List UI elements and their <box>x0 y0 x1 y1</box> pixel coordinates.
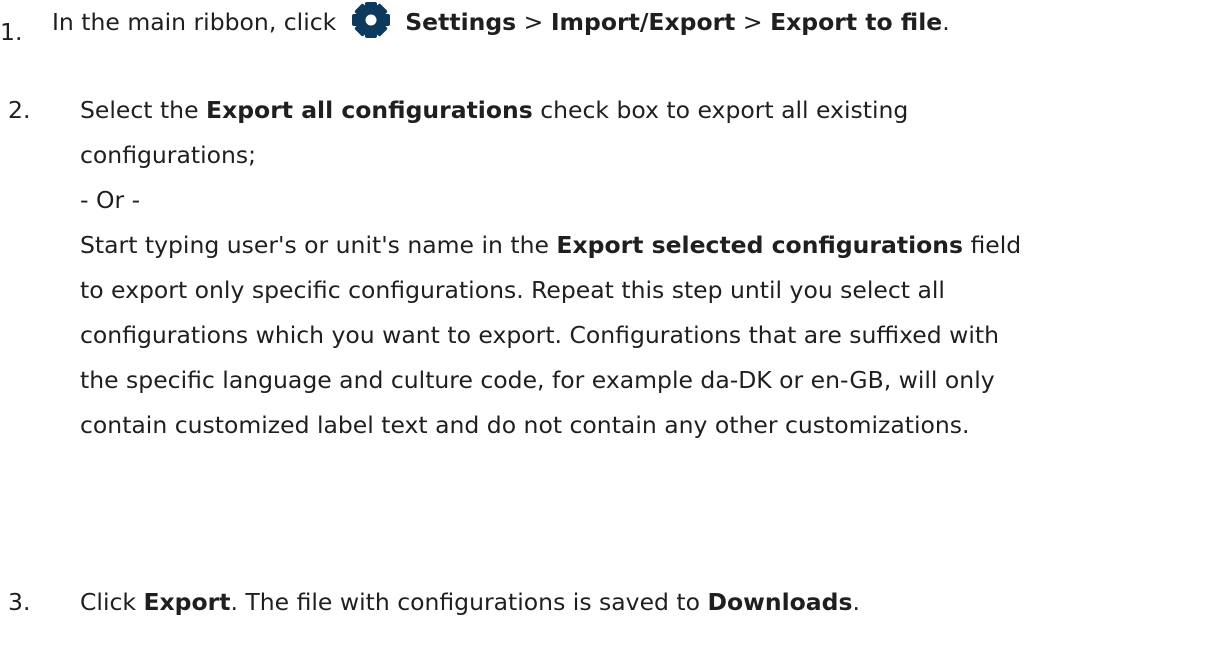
step-text: Click Export. The file with configuratio… <box>80 588 860 616</box>
step-number: 2. <box>8 96 31 124</box>
text-line: contain customized label text and do not… <box>80 411 970 439</box>
text-line: configurations which you want to export.… <box>80 321 999 349</box>
period: . <box>942 8 950 36</box>
text-line: to export only specific configurations. … <box>80 276 945 304</box>
export-label: Export <box>143 588 231 616</box>
export-to-file-label: Export to file <box>770 8 943 36</box>
separator: > <box>516 8 551 36</box>
separator: > <box>735 8 771 36</box>
text-line: configurations; <box>80 141 257 169</box>
text-line: the specific language and culture code, … <box>80 366 995 394</box>
step-text: Select the Export all configurations che… <box>80 88 1021 448</box>
step-number: 1. <box>0 18 23 46</box>
export-all-configurations-label: Export all configurations <box>206 96 533 124</box>
export-selected-configurations-label: Export selected configurations <box>556 231 964 259</box>
step-1-intro: In the main ribbon, click <box>52 8 337 36</box>
gear-icon <box>348 0 394 40</box>
settings-label: Settings <box>405 8 517 36</box>
or-separator: - Or - <box>80 186 141 214</box>
text-line: Select the Export all configurations che… <box>80 96 909 124</box>
text-line: Start typing user's or unit's name in th… <box>80 231 1022 259</box>
step-text: In the main ribbon, click Settings > Imp… <box>52 0 950 45</box>
procedure-page: 1. In the main ribbon, click Settings > … <box>0 0 1211 648</box>
step-number: 3. <box>8 588 31 616</box>
import-export-label: Import/Export <box>550 8 736 36</box>
downloads-label: Downloads <box>707 588 853 616</box>
